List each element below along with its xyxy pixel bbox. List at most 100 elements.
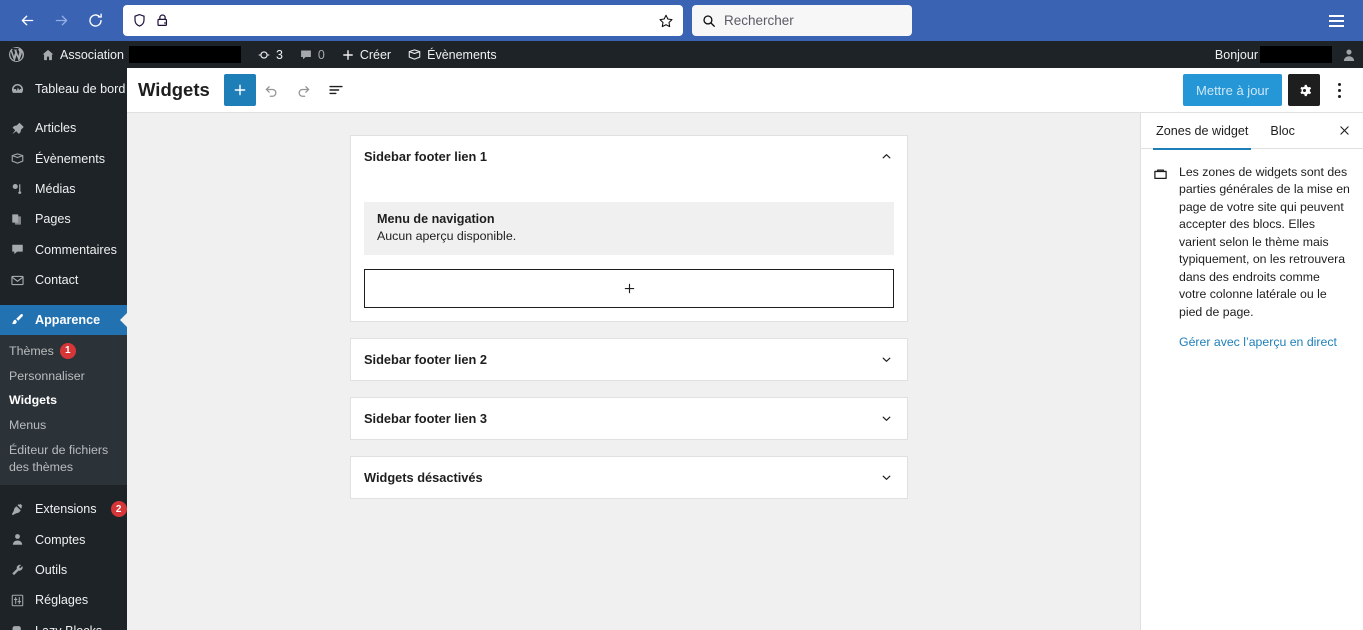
widgets-block-editor: Widgets Mettre à jour Sidebar footer lie…	[127, 68, 1363, 630]
widget-area-title: Widgets désactivés	[364, 470, 483, 485]
settings-sliders-icon	[9, 593, 26, 608]
reload-button[interactable]	[78, 4, 112, 38]
editor-header: Widgets Mettre à jour	[127, 68, 1363, 113]
wrench-icon	[9, 563, 26, 578]
sidebar-divider	[0, 104, 127, 113]
adminbar-site-name[interactable]: Association	[33, 41, 249, 68]
sidebar-item-label: Extensions	[35, 502, 97, 517]
avatar-icon[interactable]	[1341, 47, 1357, 63]
list-view-button[interactable]	[320, 74, 352, 106]
updates-count: 3	[275, 47, 283, 62]
lock-warning-icon[interactable]	[155, 13, 170, 28]
tab-bloc[interactable]: Bloc	[1259, 113, 1306, 149]
widget-areas-description: Les zones de widgets sont des parties gé…	[1179, 165, 1350, 319]
sidebar-subitem-label: Éditeur de fichiers des thèmes	[9, 442, 109, 474]
updates-icon	[257, 48, 271, 62]
block-preview-menu-de-navigation[interactable]: Menu de navigation Aucun aperçu disponib…	[364, 202, 894, 255]
redo-button[interactable]	[288, 74, 320, 106]
events-icon	[9, 151, 26, 166]
add-block-button[interactable]	[223, 74, 256, 106]
settings-toggle-button[interactable]	[1288, 74, 1320, 106]
sidebar-item-outils[interactable]: Outils	[0, 555, 127, 585]
extensions-update-badge: 2	[110, 501, 127, 518]
wp-admin-bar: Association 3 0 Créer Évènements Bonjour	[0, 41, 1363, 68]
sidebar-divider	[0, 485, 127, 494]
sidebar-subitem-label: Personnaliser	[9, 368, 85, 383]
sidebar-subitem-themes[interactable]: Thèmes 1	[0, 339, 127, 364]
sidebar-subitem-widgets[interactable]: Widgets	[0, 388, 127, 413]
sidebar-subitem-personnaliser[interactable]: Personnaliser	[0, 364, 127, 389]
widget-area-header[interactable]: Sidebar footer lien 2	[351, 339, 907, 380]
redo-icon	[298, 85, 310, 97]
sidebar-item-label: Comptes	[35, 532, 86, 547]
plus-icon	[341, 48, 355, 62]
chevron-down-icon[interactable]	[879, 470, 894, 485]
manage-with-live-preview-link[interactable]: Gérer avec l’aperçu en direct	[1179, 335, 1337, 349]
sidebar-item-contact[interactable]: Contact	[0, 265, 127, 295]
chevron-down-icon[interactable]	[879, 411, 894, 426]
settings-panel-content: Les zones de widgets sont des parties gé…	[1141, 149, 1363, 351]
block-icon	[9, 623, 26, 630]
sidebar-subitem-menus[interactable]: Menus	[0, 413, 127, 438]
forward-button[interactable]	[44, 4, 78, 38]
gear-icon	[1299, 84, 1311, 96]
chevron-down-icon[interactable]	[879, 352, 894, 367]
adminbar-account[interactable]: Bonjour	[1215, 41, 1363, 68]
widget-area-title: Sidebar footer lien 1	[364, 149, 488, 164]
settings-tablist: Zones de widget Bloc	[1141, 113, 1363, 150]
shield-icon[interactable]	[132, 13, 147, 28]
sidebar-item-label: Apparence	[35, 312, 101, 327]
tab-zones-de-widget[interactable]: Zones de widget	[1145, 113, 1259, 150]
update-button[interactable]: Mettre à jour	[1183, 74, 1282, 106]
sidebar-item-evenements[interactable]: Évènements	[0, 144, 127, 174]
home-icon	[41, 48, 55, 62]
widget-area-title: Sidebar footer lien 2	[364, 352, 488, 367]
settings-panel-text-block: Les zones de widgets sont des parties gé…	[1179, 164, 1350, 351]
undo-button[interactable]	[256, 74, 288, 106]
sidebar-item-medias[interactable]: Médias	[0, 174, 127, 204]
sidebar-item-reglages[interactable]: Réglages	[0, 585, 127, 615]
sidebar-item-lazy-blocks[interactable]: Lazy Blocks	[0, 616, 127, 630]
events-icon	[407, 47, 422, 62]
block-preview-subtitle: Aucun aperçu disponible.	[377, 229, 517, 243]
back-button[interactable]	[10, 4, 44, 38]
sidebar-item-extensions[interactable]: Extensions 2	[0, 494, 127, 524]
sidebar-subitem-label: Thèmes	[9, 343, 54, 358]
adminbar-new-content[interactable]: Créer	[333, 41, 399, 68]
sidebar-item-label: Contact	[35, 273, 79, 288]
sidebar-subitem-label: Menus	[9, 418, 47, 433]
widget-area-header[interactable]: Widgets désactivés	[351, 457, 907, 498]
widget-area-header[interactable]: Sidebar footer lien 1	[351, 136, 907, 177]
sidebar-item-articles[interactable]: Articles	[0, 113, 127, 143]
adminbar-updates[interactable]: 3	[249, 41, 291, 68]
sidebar-item-label: Réglages	[35, 593, 89, 608]
browser-toolbar: Rechercher	[0, 0, 1363, 41]
close-settings-button[interactable]	[1329, 116, 1359, 146]
adminbar-events[interactable]: Évènements	[399, 41, 504, 68]
hamburger-menu-icon[interactable]	[1321, 6, 1351, 36]
sidebar-item-pages[interactable]: Pages	[0, 204, 127, 234]
wordpress-logo-icon	[8, 46, 25, 63]
mail-icon	[9, 273, 26, 288]
close-icon	[1339, 126, 1349, 135]
star-icon[interactable]	[658, 13, 674, 29]
address-bar[interactable]	[123, 5, 683, 36]
widget-area-header[interactable]: Sidebar footer lien 3	[351, 398, 907, 439]
more-options-button[interactable]	[1326, 74, 1352, 106]
adminbar-comments[interactable]: 0	[291, 41, 333, 68]
block-appender-button[interactable]	[364, 269, 894, 308]
sidebar-item-label: Tableau de bord	[35, 82, 126, 96]
chevron-up-icon[interactable]	[879, 149, 894, 164]
sidebar-item-apparence[interactable]: Apparence	[0, 304, 127, 335]
sidebar-item-comptes[interactable]: Comptes	[0, 525, 127, 555]
sidebar-item-label: Médias	[35, 182, 76, 197]
comment-icon	[299, 48, 313, 62]
sidebar-item-tableau-de-bord[interactable]: Tableau de bord	[0, 74, 127, 104]
widget-area-title: Sidebar footer lien 3	[364, 411, 488, 426]
widget-area-sidebar-footer-lien-3: Sidebar footer lien 3	[350, 397, 908, 440]
browser-search-field[interactable]: Rechercher	[692, 5, 912, 36]
sidebar-item-commentaires[interactable]: Commentaires	[0, 235, 127, 265]
adminbar-wp-logo[interactable]	[0, 41, 33, 68]
reload-icon	[88, 13, 102, 27]
sidebar-subitem-editeur-fichiers-themes[interactable]: Éditeur de fichiers des thèmes	[0, 438, 127, 479]
